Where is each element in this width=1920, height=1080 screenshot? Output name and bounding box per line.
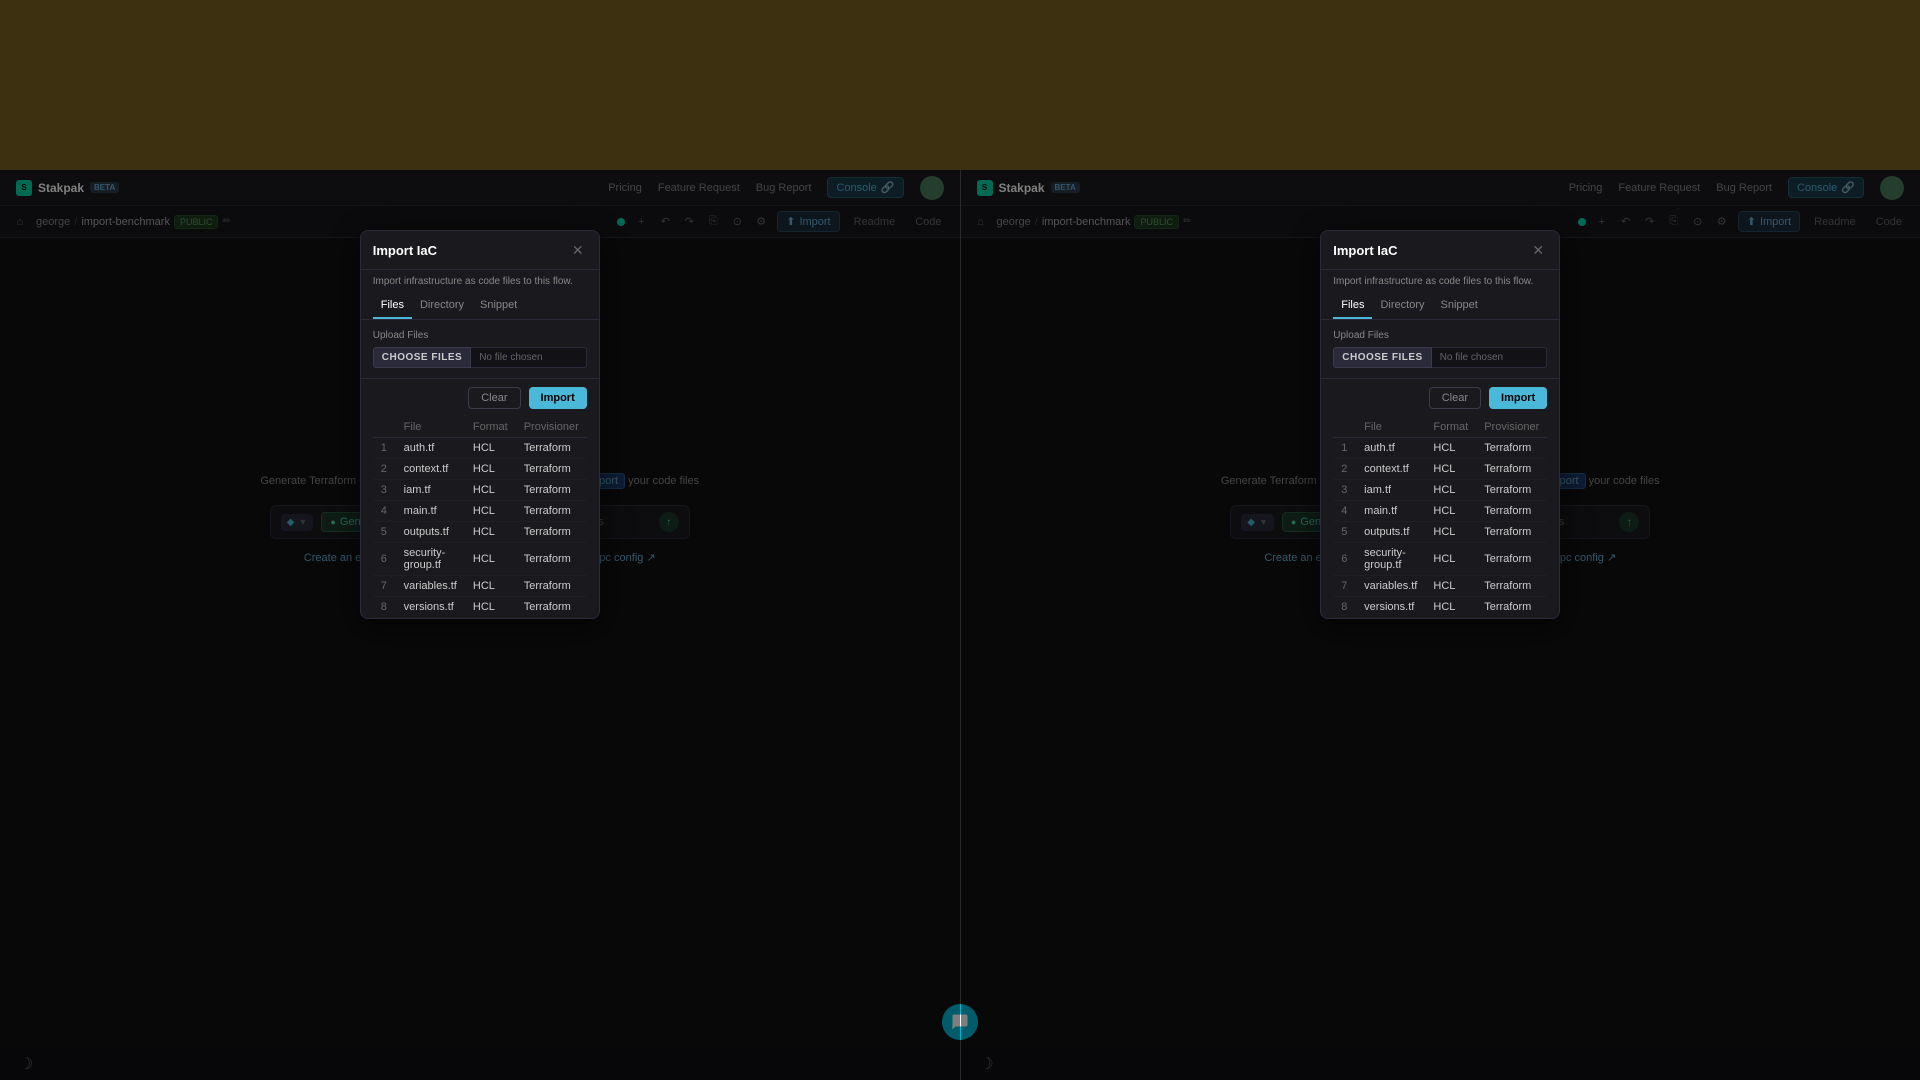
modal-tab-directory-left[interactable]: Directory bbox=[412, 293, 472, 319]
upload-label-right: Upload Files bbox=[1333, 330, 1547, 341]
col-provisioner-right: Provisioner bbox=[1476, 417, 1547, 438]
modal-tab-snippet-right[interactable]: Snippet bbox=[1433, 293, 1486, 319]
top-bar bbox=[0, 0, 1920, 170]
table-row: 2 context.tf HCL Terraform bbox=[1333, 459, 1547, 480]
choose-files-btn-left[interactable]: CHOOSE FILES bbox=[373, 347, 471, 368]
table-row: 7 variables.tf HCL Terraform bbox=[373, 576, 587, 597]
modal-body-right: Upload Files CHOOSE FILES No file chosen bbox=[1321, 320, 1559, 378]
import-action-btn-right[interactable]: Import bbox=[1489, 387, 1547, 409]
col-format-right: Format bbox=[1425, 417, 1476, 438]
modal-header-right: Import IaC ✕ bbox=[1321, 231, 1559, 270]
table-row: 3 iam.tf HCL Terraform bbox=[1333, 480, 1547, 501]
modal-tab-snippet-left[interactable]: Snippet bbox=[472, 293, 525, 319]
table-row: 4 main.tf HCL Terraform bbox=[373, 501, 587, 522]
col-num-left bbox=[373, 417, 396, 438]
files-table-left: File Format Provisioner 1 auth.tf HCL Te… bbox=[361, 417, 599, 618]
modal-footer-right: Clear Import bbox=[1321, 378, 1559, 417]
col-format-left: Format bbox=[465, 417, 516, 438]
col-file-right: File bbox=[1356, 417, 1425, 438]
modal-body-left: Upload Files CHOOSE FILES No file chosen bbox=[361, 320, 599, 378]
file-chosen-left: No file chosen bbox=[471, 347, 587, 368]
modal-title-left: Import IaC bbox=[373, 243, 437, 258]
table-row: 8 versions.tf HCL Terraform bbox=[373, 597, 587, 618]
panel-right: S Stakpak BETA Pricing Feature Request B… bbox=[961, 170, 1920, 1080]
col-provisioner-left: Provisioner bbox=[516, 417, 587, 438]
modal-subtitle-left: Import infrastructure as code files to t… bbox=[361, 270, 599, 293]
file-input-row-right: CHOOSE FILES No file chosen bbox=[1333, 347, 1547, 368]
upload-label-left: Upload Files bbox=[373, 330, 587, 341]
table-row: 3 iam.tf HCL Terraform bbox=[373, 480, 587, 501]
table-row: 6 security-group.tf HCL Terraform bbox=[373, 543, 587, 576]
table-row: 7 variables.tf HCL Terraform bbox=[1333, 576, 1547, 597]
clear-btn-left[interactable]: Clear bbox=[468, 387, 520, 409]
modal-right: Import IaC ✕ Import infrastructure as co… bbox=[1320, 230, 1560, 619]
modal-tabs-left: Files Directory Snippet bbox=[361, 293, 599, 320]
modal-tab-files-left[interactable]: Files bbox=[373, 293, 412, 319]
modal-close-right[interactable]: ✕ bbox=[1529, 241, 1547, 259]
table-row: 8 versions.tf HCL Terraform bbox=[1333, 597, 1547, 618]
modal-tab-files-right[interactable]: Files bbox=[1333, 293, 1372, 319]
modal-footer-left: Clear Import bbox=[361, 378, 599, 417]
table-row: 5 outputs.tf HCL Terraform bbox=[1333, 522, 1547, 543]
modal-tab-directory-right[interactable]: Directory bbox=[1372, 293, 1432, 319]
modal-left: Import IaC ✕ Import infrastructure as co… bbox=[360, 230, 600, 619]
modal-header-left: Import IaC ✕ bbox=[361, 231, 599, 270]
modal-overlay-left: Import IaC ✕ Import infrastructure as co… bbox=[0, 170, 960, 1080]
table-row: 5 outputs.tf HCL Terraform bbox=[373, 522, 587, 543]
modal-subtitle-right: Import infrastructure as code files to t… bbox=[1321, 270, 1559, 293]
panel-left: S Stakpak BETA Pricing Feature Request B… bbox=[0, 170, 960, 1080]
modal-tabs-right: Files Directory Snippet bbox=[1321, 293, 1559, 320]
file-chosen-right: No file chosen bbox=[1432, 347, 1548, 368]
col-file-left: File bbox=[396, 417, 465, 438]
table-row: 2 context.tf HCL Terraform bbox=[373, 459, 587, 480]
table-row: 1 auth.tf HCL Terraform bbox=[373, 438, 587, 459]
files-table-right: File Format Provisioner 1 auth.tf HCL Te… bbox=[1321, 417, 1559, 618]
modal-close-left[interactable]: ✕ bbox=[569, 241, 587, 259]
modal-title-right: Import IaC bbox=[1333, 243, 1397, 258]
table-row: 1 auth.tf HCL Terraform bbox=[1333, 438, 1547, 459]
file-input-row-left: CHOOSE FILES No file chosen bbox=[373, 347, 587, 368]
table-row: 6 security-group.tf HCL Terraform bbox=[1333, 543, 1547, 576]
clear-btn-right[interactable]: Clear bbox=[1429, 387, 1481, 409]
choose-files-btn-right[interactable]: CHOOSE FILES bbox=[1333, 347, 1431, 368]
table-row: 4 main.tf HCL Terraform bbox=[1333, 501, 1547, 522]
col-num-right bbox=[1333, 417, 1356, 438]
modal-overlay-right: Import IaC ✕ Import infrastructure as co… bbox=[961, 170, 1920, 1080]
import-action-btn-left[interactable]: Import bbox=[529, 387, 587, 409]
